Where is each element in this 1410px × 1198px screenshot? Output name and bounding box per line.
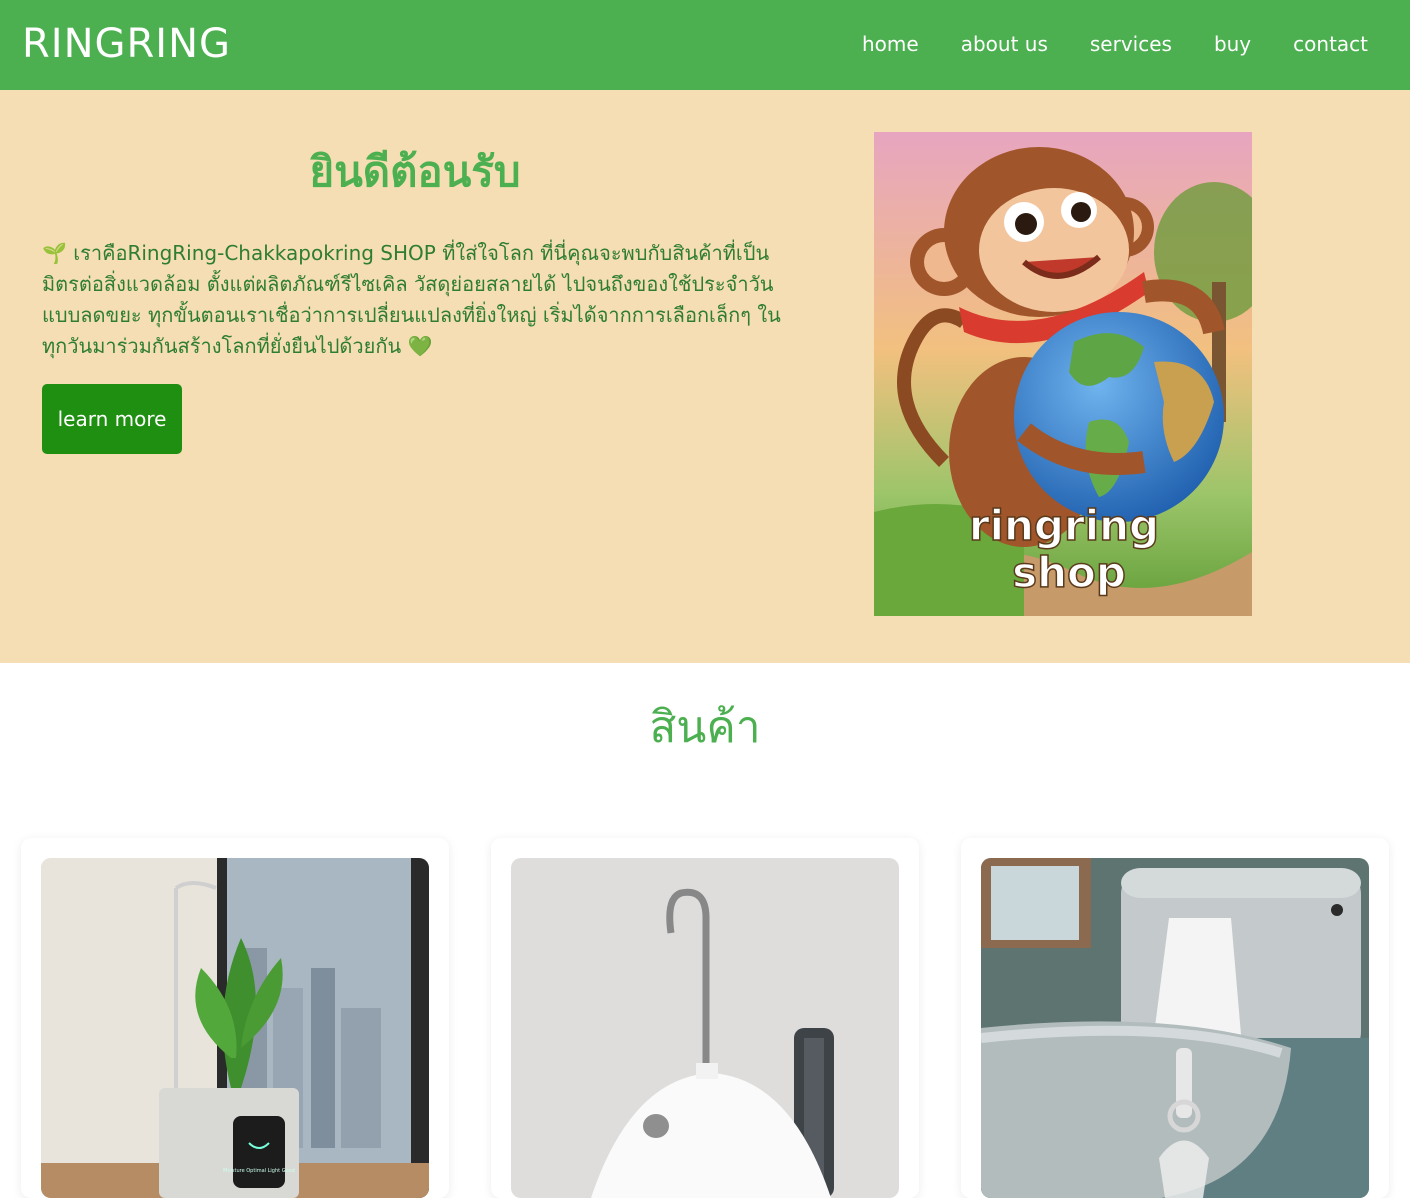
image-text-ringring: ringring	[969, 501, 1159, 550]
main-nav: home about us services buy contact	[862, 28, 1368, 60]
products-title: สินค้า	[649, 702, 761, 753]
learn-more-button[interactable]: learn more	[42, 384, 182, 454]
hook-dispenser-image	[511, 858, 899, 1198]
monkey-globe-image: ringring shop	[874, 132, 1252, 616]
hero-section: ยินดีต้อนรับ 🌱 เราคือRingRing-Chakkapokr…	[0, 90, 1410, 663]
toilet-bag-holder-image	[981, 858, 1369, 1198]
nav-home-link[interactable]: home	[862, 28, 919, 60]
nav-services-link[interactable]: services	[1090, 28, 1172, 60]
nav-about-link[interactable]: about us	[961, 28, 1048, 60]
smart-planter-image: Moisture Optimal Light Good	[41, 858, 429, 1198]
planter-screen-text: Moisture Optimal Light Good	[223, 1168, 295, 1174]
hero-title: ยินดีต้อนรับ	[309, 147, 521, 196]
nav-buy-link[interactable]: buy	[1214, 28, 1251, 60]
product-card[interactable]	[961, 838, 1389, 1198]
hero-description: 🌱 เราคือRingRing-Chakkapokring SHOP ที่ใ…	[42, 241, 781, 358]
brand-logo[interactable]: RINGRING	[22, 18, 231, 70]
product-card[interactable]	[491, 838, 919, 1198]
top-navbar: RINGRING home about us services buy cont…	[0, 0, 1410, 90]
nav-contact-link[interactable]: contact	[1293, 28, 1368, 60]
image-text-shop: shop	[1012, 548, 1126, 597]
product-card[interactable]: Moisture Optimal Light Good	[21, 838, 449, 1198]
